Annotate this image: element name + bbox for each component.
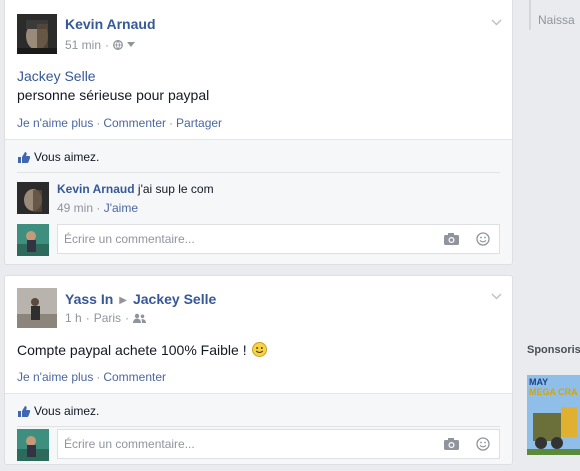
comment-placeholder: Écrire un commentaire...: [64, 232, 195, 246]
emoji-icon[interactable]: [476, 437, 490, 451]
friends-icon[interactable]: [133, 313, 147, 323]
post-author-line: Kevin Arnaud: [65, 16, 156, 32]
comment-author[interactable]: Kevin Arnaud: [57, 182, 135, 196]
my-avatar[interactable]: [17, 224, 49, 256]
smiley-emoji-icon: [252, 342, 268, 357]
post-location[interactable]: Paris: [94, 311, 121, 325]
post-actions: Je n'aime plus · Commenter: [17, 370, 167, 384]
feedback-section: Vous aimez. Écrire un commentaire...: [5, 393, 512, 464]
globe-icon[interactable]: [113, 40, 123, 50]
post-text: Compte paypal achete 100% Faible !: [17, 342, 247, 358]
thumbs-up-icon: [18, 151, 30, 163]
post-card: Kevin Arnaud 51 min · Jackey Selle perso…: [4, 0, 513, 265]
author-name[interactable]: Kevin Arnaud: [65, 16, 156, 32]
comments-divider: [17, 172, 500, 173]
post-meta: 51 min ·: [65, 38, 136, 52]
post-actions: Je n'aime plus · Commenter · Partager: [17, 116, 223, 130]
emoji-icon[interactable]: [476, 232, 490, 246]
birthdays-label[interactable]: Naissa: [538, 13, 575, 27]
comment-input[interactable]: Écrire un commentaire...: [57, 224, 500, 254]
caret-down-icon[interactable]: [127, 42, 136, 48]
camera-icon[interactable]: [444, 438, 459, 450]
ad-text: MAY: [529, 377, 549, 387]
comment-time[interactable]: 49 min: [57, 201, 93, 215]
commenter-avatar[interactable]: [17, 182, 49, 214]
arrow-right-icon: ▶: [119, 295, 127, 306]
post-text: personne sérieuse pour paypal: [17, 87, 210, 103]
post-time[interactable]: 1 h: [65, 311, 82, 325]
unlike-button[interactable]: Je n'aime plus: [17, 116, 93, 130]
author-name[interactable]: Yass In: [65, 291, 113, 307]
comment-button[interactable]: Commenter: [103, 370, 166, 384]
chevron-down-icon[interactable]: [491, 291, 502, 302]
comment-meta: 49 min · J'aime: [57, 201, 139, 215]
camera-icon[interactable]: [444, 233, 459, 245]
author-avatar[interactable]: [17, 14, 57, 54]
post-body: Compte paypal achete 100% Faible !: [17, 341, 268, 360]
chevron-down-icon[interactable]: [491, 17, 502, 28]
likes-text[interactable]: Vous aimez.: [34, 150, 99, 164]
sponsored-header: Sponsoris: [527, 344, 580, 356]
unlike-button[interactable]: Je n'aime plus: [17, 370, 93, 384]
comments-divider: [17, 426, 500, 427]
thumbs-up-icon: [18, 405, 30, 417]
comment-text: j'ai sup le com: [137, 182, 214, 196]
post-card: Yass In ▶ Jackey Selle 1 h · Paris · Compt…: [4, 275, 513, 465]
comment-input[interactable]: Écrire un commentaire...: [57, 429, 500, 459]
right-column: Naissa Sponsoris MAY MEGA CRA: [516, 0, 580, 471]
post-time[interactable]: 51 min: [65, 38, 101, 52]
post-meta: 1 h · Paris ·: [65, 311, 147, 325]
likes-text[interactable]: Vous aimez.: [34, 404, 99, 418]
ad-image[interactable]: MAY MEGA CRA: [527, 375, 580, 455]
post-author-line: Yass In ▶ Jackey Selle: [65, 291, 216, 307]
comment-like-link[interactable]: J'aime: [104, 201, 138, 215]
ad-text: MEGA CRA: [529, 387, 578, 397]
ad-graphic: [527, 407, 580, 455]
likes-summary: Vous aimez.: [17, 404, 99, 418]
my-avatar[interactable]: [17, 429, 49, 461]
comment-button[interactable]: Commenter: [103, 116, 166, 130]
likes-summary: Vous aimez.: [17, 150, 99, 164]
feedback-section: Vous aimez. Kevin Arnaud j'ai sup le com…: [5, 139, 512, 264]
comment-line: Kevin Arnaud j'ai sup le com: [57, 182, 214, 196]
column-divider: [529, 0, 531, 30]
target-name[interactable]: Jackey Selle: [133, 291, 216, 307]
post-body: Jackey Selle personne sérieuse pour payp…: [17, 67, 209, 105]
author-avatar[interactable]: [17, 288, 57, 328]
share-button[interactable]: Partager: [176, 116, 222, 130]
comment-placeholder: Écrire un commentaire...: [64, 437, 195, 451]
mention-link[interactable]: Jackey Selle: [17, 67, 209, 86]
